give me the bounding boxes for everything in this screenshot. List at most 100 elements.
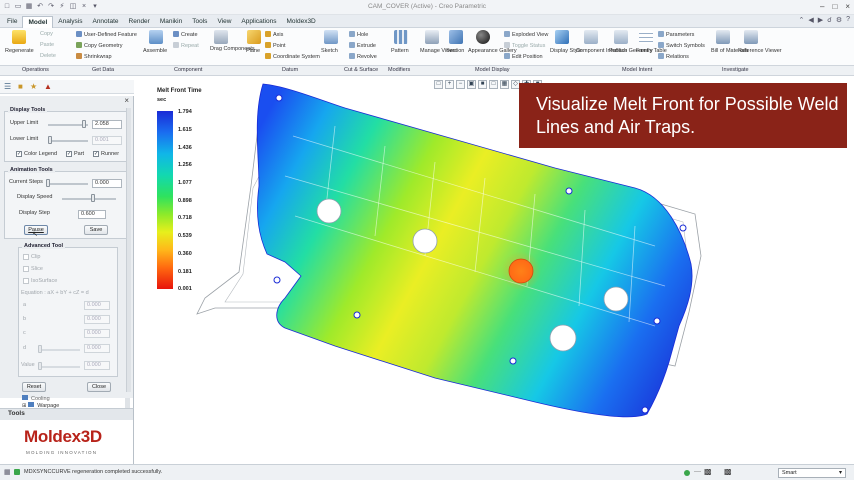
delete-button[interactable]: Delete (40, 53, 56, 59)
pattern-button[interactable]: Pattern (391, 48, 409, 54)
bill-of-materials-icon[interactable] (716, 30, 730, 44)
section-icon[interactable] (449, 30, 463, 44)
reference-viewer-icon[interactable] (744, 30, 758, 44)
next-icon[interactable]: ▶ (818, 16, 823, 24)
group-model-display[interactable]: Model Display (475, 67, 510, 73)
value-slider[interactable] (38, 366, 80, 368)
revolve-button[interactable]: Revolve (349, 53, 377, 60)
relations-button[interactable]: Relations (658, 53, 689, 60)
value-knob[interactable] (38, 362, 42, 370)
pattern-icon[interactable] (394, 30, 408, 44)
group-component[interactable]: Component (174, 67, 202, 73)
paste-button[interactable]: Paste (40, 42, 54, 48)
c-field[interactable]: 0.000 (84, 329, 110, 338)
close-button[interactable]: Close (87, 382, 111, 392)
publish-geometry-icon[interactable] (614, 30, 628, 44)
zoom-in-icon[interactable]: + (445, 80, 454, 89)
plane-button[interactable]: Plane (246, 48, 260, 54)
selection-filter-select[interactable]: Smart ▾ (778, 468, 846, 478)
coordinate-system-button[interactable]: Coordinate System (265, 53, 320, 60)
group-datum[interactable]: Datum (282, 67, 298, 73)
tree-item-cooling[interactable]: Cooling (22, 395, 50, 402)
display-style-view-icon[interactable]: ■ (478, 80, 487, 89)
switch-symbols-button[interactable]: Switch Symbols (658, 42, 705, 49)
repeat-button[interactable]: Repeat (173, 42, 199, 49)
axis-button[interactable]: Axis (265, 31, 283, 38)
repaint-icon[interactable]: ▣ (467, 80, 476, 89)
current-step-knob[interactable] (46, 179, 50, 187)
regenerate-button[interactable]: Regenerate (5, 48, 34, 54)
section-button[interactable]: Section (446, 48, 464, 54)
saved-orientations-icon[interactable]: □ (489, 80, 498, 89)
display-step-field[interactable]: 0.600 (78, 210, 106, 219)
group-investigate[interactable]: Investigate (722, 67, 749, 73)
reference-viewer-button[interactable]: Reference Viewer (738, 48, 782, 54)
collapse-ribbon-icon[interactable]: ⌃ (798, 16, 804, 24)
zoom-out-icon[interactable]: − (456, 80, 465, 89)
current-step-slider[interactable] (46, 183, 88, 185)
d-knob[interactable] (38, 345, 42, 353)
moldex-icon[interactable]: ▲ (44, 82, 52, 91)
tools-header[interactable]: Tools (0, 408, 134, 420)
d-slider[interactable] (38, 349, 80, 351)
edit-position-button[interactable]: Edit Position (504, 53, 543, 60)
help-icon[interactable]: ? (846, 16, 850, 24)
clip-checkbox[interactable] (23, 254, 29, 260)
folder-icon[interactable]: ■ (18, 82, 23, 91)
current-step-field[interactable]: 0.000 (92, 179, 122, 188)
appearance-gallery-icon[interactable] (476, 30, 490, 44)
d-field[interactable]: 0.000 (84, 344, 110, 353)
create-button[interactable]: Create (173, 31, 198, 38)
minimize-icon[interactable]: – (820, 2, 824, 11)
reset-button[interactable]: Reset (22, 382, 46, 392)
copy-button[interactable]: Copy (40, 31, 53, 37)
display-style-icon[interactable] (555, 30, 569, 44)
value-field[interactable]: 0.000 (84, 361, 110, 370)
regenerate-icon[interactable] (12, 30, 26, 44)
search-icon[interactable]: ☌ (827, 16, 832, 24)
panel-scrollbar[interactable] (126, 108, 131, 392)
group-modifiers[interactable]: Modifiers (388, 67, 410, 73)
hole-button[interactable]: Hole (349, 31, 368, 38)
family-table-icon[interactable] (639, 30, 653, 44)
part-checkbox[interactable]: ✓ (66, 151, 72, 157)
group-cut-surface[interactable]: Cut & Surface (344, 67, 378, 73)
toggle-status-button[interactable]: Toggle Status (504, 42, 545, 49)
full-screen-icon[interactable]: ▩ (704, 467, 712, 476)
group-operations[interactable]: Operations (22, 67, 49, 73)
shrinkwrap-button[interactable]: Shrinkwrap (76, 53, 112, 60)
plane-icon[interactable] (247, 30, 261, 44)
point-button[interactable]: Point (265, 42, 286, 49)
close-icon[interactable]: × (845, 2, 850, 11)
copy-geometry-button[interactable]: Copy Geometry (76, 42, 123, 49)
group-model-intent[interactable]: Model Intent (622, 67, 652, 73)
status-layout-icon[interactable]: ▦ (4, 468, 11, 476)
user-defined-feature-button[interactable]: User-Defined Feature (76, 31, 137, 38)
a-field[interactable]: 0.000 (84, 301, 110, 310)
favorites-icon[interactable]: ★ (30, 82, 37, 91)
manage-views-icon[interactable] (425, 30, 439, 44)
lower-limit-knob[interactable] (48, 136, 52, 144)
model-tree-icon[interactable]: ☰ (4, 82, 11, 91)
color-legend-checkbox[interactable]: ✓ (16, 151, 22, 157)
sketch-button[interactable]: Sketch (321, 48, 338, 54)
drag-components-icon[interactable] (214, 30, 228, 44)
runner-checkbox[interactable]: ✓ (93, 151, 99, 157)
slice-checkbox[interactable] (23, 266, 29, 272)
maximize-icon[interactable]: □ (832, 2, 837, 11)
panel-close-icon[interactable]: × (124, 96, 129, 105)
upper-limit-knob[interactable] (82, 120, 86, 128)
display-speed-slider[interactable] (62, 198, 116, 200)
sketch-icon[interactable] (324, 30, 338, 44)
refit-icon[interactable]: □ (434, 80, 443, 89)
view-manager-icon[interactable]: ▦ (500, 80, 509, 89)
selection-filter-icon[interactable]: ▩ (724, 467, 732, 476)
component-interface-icon[interactable] (584, 30, 598, 44)
display-speed-knob[interactable] (91, 194, 95, 202)
group-get-data[interactable]: Get Data (92, 67, 114, 73)
previous-icon[interactable]: ◀ (808, 16, 813, 24)
extrude-button[interactable]: Extrude (349, 42, 376, 49)
upper-limit-field[interactable]: 2.058 (92, 120, 122, 129)
b-field[interactable]: 0.000 (84, 315, 110, 324)
lower-limit-field[interactable]: 0.001 (92, 136, 122, 145)
